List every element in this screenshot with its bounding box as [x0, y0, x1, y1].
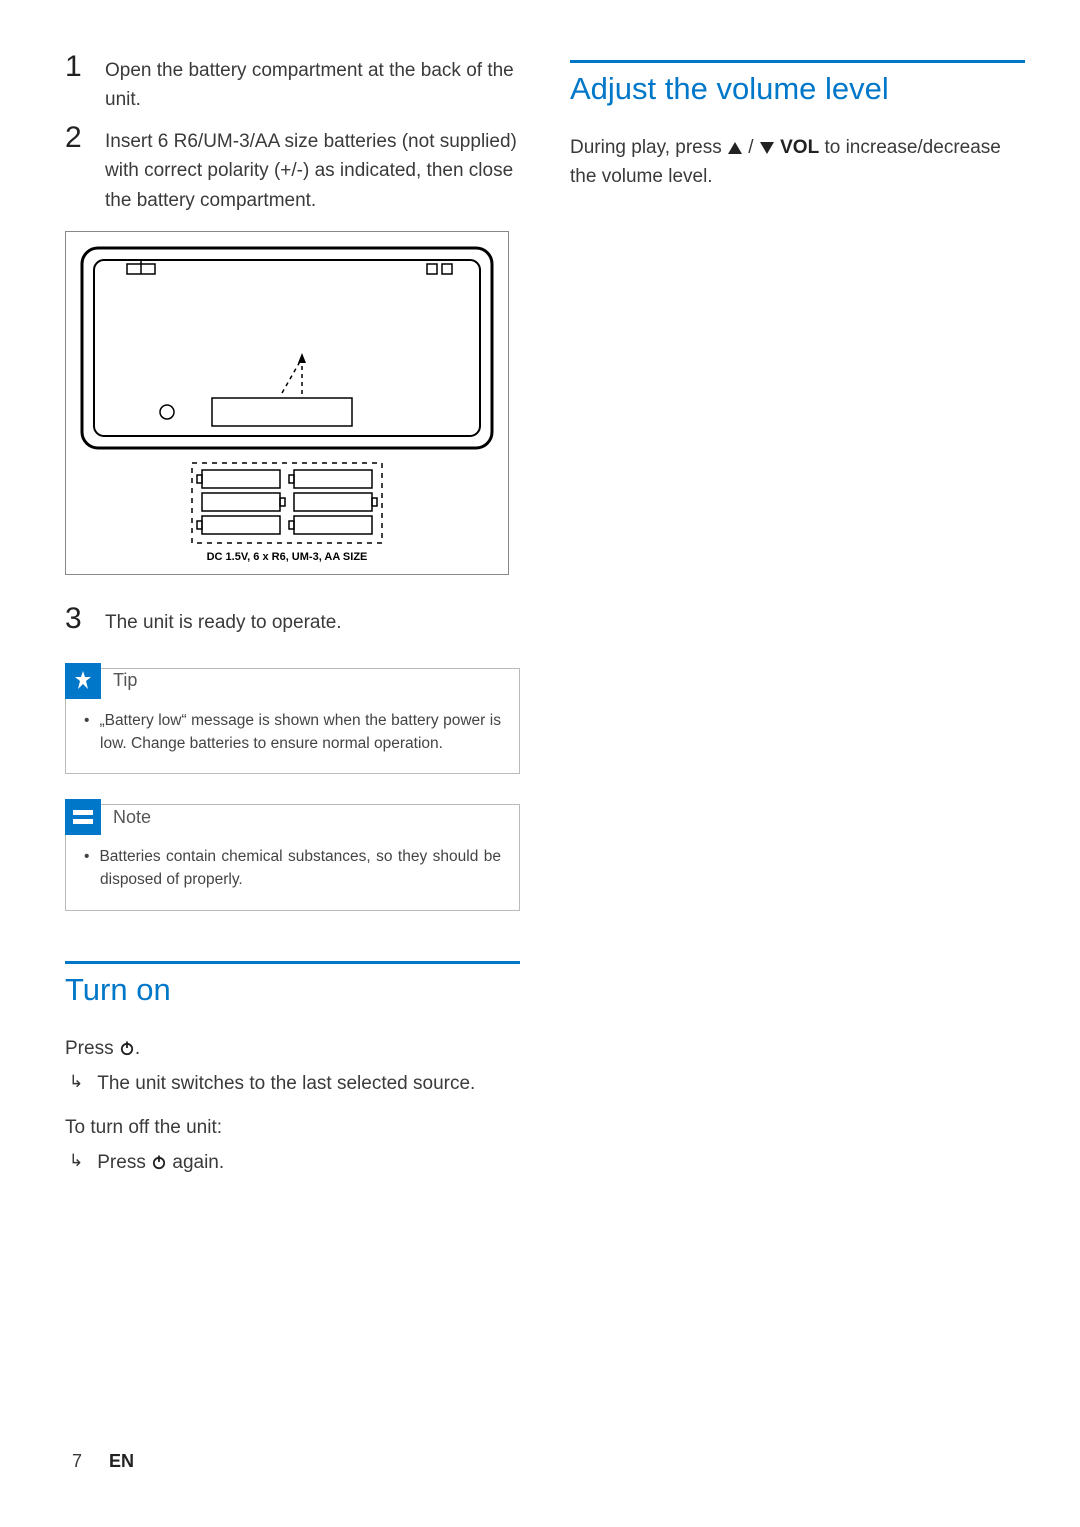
step-3: 3 The unit is ready to operate. — [65, 602, 520, 637]
press-power-again: Press again. — [97, 1148, 224, 1177]
section-divider — [65, 961, 520, 964]
result-line: ↳ Press again. — [65, 1148, 520, 1177]
battery-steps-cont: 3 The unit is ready to operate. — [65, 602, 520, 637]
step-number: 3 — [65, 602, 87, 637]
right-column: Adjust the volume level During play, pre… — [570, 50, 1025, 1487]
note-icon — [65, 799, 101, 835]
step-text: The unit is ready to operate. — [105, 602, 342, 637]
page-number: 7 — [72, 1451, 82, 1471]
turn-off-label: To turn off the unit: — [65, 1113, 520, 1142]
battery-diagram: DC 1.5V, 6 x R6, UM-3, AA SIZE — [65, 231, 509, 575]
power-icon — [151, 1152, 167, 1173]
tip-icon — [65, 663, 101, 699]
step-2: 2 Insert 6 R6/UM-3/AA size batteries (no… — [65, 121, 520, 215]
triangle-down-icon — [759, 137, 775, 158]
press-power-line: Press . — [65, 1034, 520, 1063]
note-callout: Note Batteries contain chemical substanc… — [65, 804, 520, 911]
left-column: 1 Open the battery compartment at the ba… — [65, 50, 520, 1487]
step-1: 1 Open the battery compartment at the ba… — [65, 50, 520, 115]
page-footer: 7 EN — [72, 1451, 134, 1472]
section-divider — [570, 60, 1025, 63]
result-arrow-icon: ↳ — [69, 1069, 83, 1098]
diagram-caption: DC 1.5V, 6 x R6, UM-3, AA SIZE — [207, 551, 368, 563]
step-text: Open the battery compartment at the back… — [105, 50, 520, 115]
note-title: Note — [113, 807, 151, 828]
note-item: Batteries contain chemical substances, s… — [84, 845, 501, 892]
triangle-up-icon — [727, 137, 743, 158]
tip-callout: Tip „Battery low“ message is shown when … — [65, 668, 520, 775]
battery-steps: 1 Open the battery compartment at the ba… — [65, 50, 520, 215]
step-text: Insert 6 R6/UM-3/AA size batteries (not … — [105, 121, 520, 215]
result-arrow-icon: ↳ — [69, 1148, 83, 1177]
result-line: ↳ The unit switches to the last selected… — [65, 1069, 520, 1098]
tip-title: Tip — [113, 670, 137, 691]
step-number: 2 — [65, 121, 87, 215]
step-number: 1 — [65, 50, 87, 115]
power-icon — [119, 1038, 135, 1059]
turn-on-heading: Turn on — [65, 972, 520, 1008]
language-code: EN — [109, 1451, 134, 1471]
tip-item: „Battery low“ message is shown when the … — [84, 709, 501, 756]
adjust-volume-heading: Adjust the volume level — [570, 71, 1025, 107]
vol-label: VOL — [780, 137, 819, 158]
adjust-volume-body: During play, press / VOL to increase/dec… — [570, 133, 1025, 192]
